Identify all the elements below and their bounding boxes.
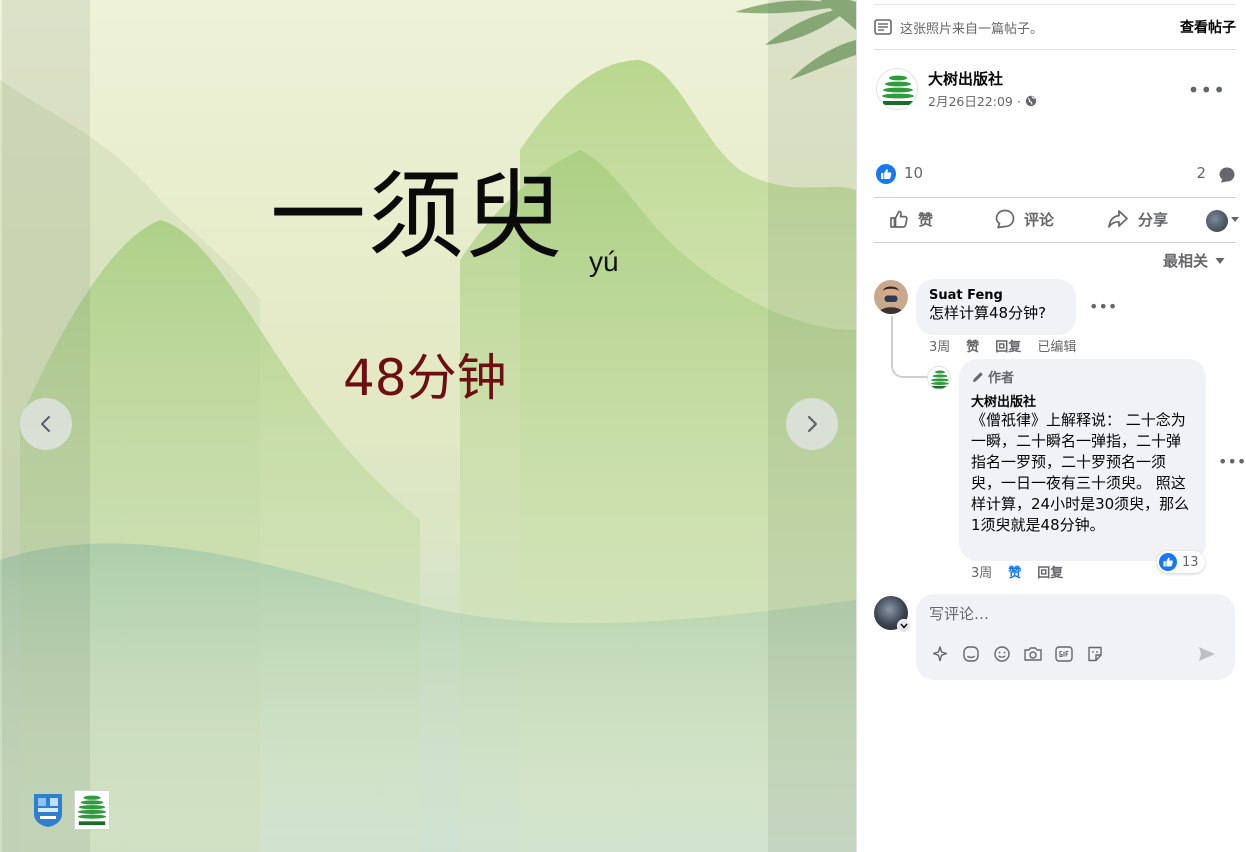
photo-viewer: 一须臾 yú 48分钟 — [0, 0, 856, 852]
like-button[interactable]: 赞 — [888, 208, 933, 230]
comment-time[interactable]: 3周 — [929, 336, 950, 355]
shield-logo — [34, 794, 62, 827]
comment-input[interactable] — [929, 602, 1219, 626]
reply-author-avatar[interactable] — [927, 366, 951, 390]
comment-bubble-icon — [1219, 167, 1235, 183]
pencil-icon — [973, 371, 983, 382]
reply-reaction-count: 13 — [1182, 554, 1199, 570]
camera-icon — [1024, 647, 1042, 661]
reply-bubble: 作者 大树出版社 《僧祇律》上解释说： 二十念为一瞬，二十瞬名一弹指，二十弹指名… — [959, 359, 1206, 561]
landscape-painting — [0, 0, 856, 852]
previous-photo-button[interactable] — [20, 398, 72, 450]
photo-subtitle: 48分钟 — [343, 349, 507, 407]
gif-icon — [1055, 646, 1073, 662]
author-badge-label: 作者 — [988, 371, 1015, 386]
sort-label: 最相关 — [1162, 252, 1208, 270]
photo-title: 一须臾 — [270, 160, 564, 272]
next-photo-button[interactable] — [786, 398, 838, 450]
sticker-button[interactable] — [1085, 644, 1105, 664]
reply-reaction-summary[interactable]: 13 — [1157, 551, 1205, 573]
send-icon — [1199, 647, 1215, 661]
comment-sort-dropdown[interactable]: 最相关 — [1163, 250, 1226, 271]
comment-more-options-button[interactable]: ••• — [1089, 297, 1117, 316]
chevron-down-icon — [900, 623, 908, 629]
reaction-summary: 10 2 — [876, 162, 1236, 186]
comment-like-button[interactable]: 赞 — [966, 336, 979, 355]
reply-time[interactable]: 3周 — [971, 562, 992, 581]
comment-icon — [995, 209, 1015, 229]
comment-button[interactable]: 评论 — [994, 208, 1054, 230]
share-as-avatar[interactable] — [1206, 210, 1228, 232]
avatar-reaction-button[interactable] — [961, 644, 981, 664]
post-author-name[interactable]: 大树出版社 — [928, 68, 1003, 89]
post-panel: 这张照片来自一篇帖子。 查看帖子 大树出版社 2月26日22:09 · ••• — [856, 0, 1246, 852]
post-source-bar: 这张照片来自一篇帖子。 查看帖子 — [874, 4, 1236, 50]
post-document-icon — [874, 19, 892, 35]
tree-logo — [877, 69, 917, 109]
author-badge: 作者 — [971, 367, 1194, 386]
gif-button[interactable] — [1054, 644, 1074, 664]
comment-meta: 3周 赞 回复 已编辑 — [929, 336, 1076, 355]
comment-label: 评论 — [1024, 210, 1055, 229]
post-actions-bar: 赞 评论 分享 — [874, 197, 1239, 243]
thumbs-up-icon — [890, 210, 908, 228]
caret-down-icon — [1215, 257, 1225, 264]
comment-edited-label[interactable]: 已编辑 — [1037, 336, 1076, 355]
share-label: 分享 — [1138, 210, 1169, 229]
like-label: 赞 — [918, 210, 934, 229]
caret-down-icon[interactable] — [1230, 216, 1240, 224]
tree-logo — [74, 790, 110, 830]
share-icon — [1108, 210, 1128, 228]
post-more-options-button[interactable]: ••• — [1188, 78, 1226, 102]
page-avatar[interactable] — [876, 68, 918, 110]
share-button[interactable]: 分享 — [1106, 208, 1168, 230]
comment-bubble: Suat Feng 怎样计算48分钟? — [916, 279, 1076, 335]
send-button[interactable] — [1197, 644, 1217, 664]
like-reaction-icon — [1159, 553, 1177, 571]
commenter-name[interactable]: Suat Feng — [929, 288, 1063, 303]
avatar-sticker-button[interactable] — [930, 644, 950, 664]
commenter-avatar[interactable] — [874, 280, 908, 314]
face-avatar-icon — [963, 646, 979, 662]
photo-attach-button[interactable] — [1023, 644, 1043, 664]
reply-author-name[interactable]: 大树出版社 — [971, 391, 1194, 410]
view-post-link[interactable]: 查看帖子 — [1180, 17, 1236, 37]
post-timestamp[interactable]: 2月26日22:09 · — [928, 91, 1037, 110]
emoji-button[interactable] — [992, 644, 1012, 664]
reply-more-options-button[interactable]: ••• — [1218, 452, 1246, 471]
smiley-icon — [994, 646, 1010, 662]
like-reaction-icon — [876, 164, 896, 184]
post-header: 大树出版社 2月26日22:09 · ••• — [876, 68, 1236, 112]
comment-text: 怎样计算48分钟? — [929, 304, 1047, 322]
reply-text: 《僧祇律》上解释说： 二十念为一瞬，二十瞬名一弹指，二十弹指名一罗预，二十罗预名… — [971, 411, 1190, 534]
person-avatar-photo — [874, 280, 908, 314]
tree-logo — [928, 367, 950, 389]
source-note: 这张照片来自一篇帖子。 — [900, 21, 1044, 37]
comment-composer — [916, 594, 1235, 680]
chevron-left-icon — [40, 415, 51, 433]
avatar-switch-caret[interactable] — [897, 619, 911, 633]
sparkle-avatar-icon — [932, 646, 948, 662]
reply-reply-button[interactable]: 回复 — [1037, 562, 1063, 581]
reply-like-button[interactable]: 赞 — [1008, 562, 1021, 581]
comment-count[interactable]: 2 — [1196, 164, 1206, 182]
comment-reply-button[interactable]: 回复 — [995, 336, 1021, 355]
like-count[interactable]: 10 — [904, 164, 923, 182]
reply-thread-line — [891, 316, 929, 378]
reply-meta: 3周 赞 回复 — [971, 562, 1063, 581]
sticker-icon — [1088, 646, 1102, 662]
globe-icon — [1025, 95, 1037, 106]
photo-pinyin: yú — [589, 246, 619, 277]
post-time-text: 2月26日22:09 · — [928, 94, 1021, 109]
chevron-right-icon — [807, 415, 818, 433]
